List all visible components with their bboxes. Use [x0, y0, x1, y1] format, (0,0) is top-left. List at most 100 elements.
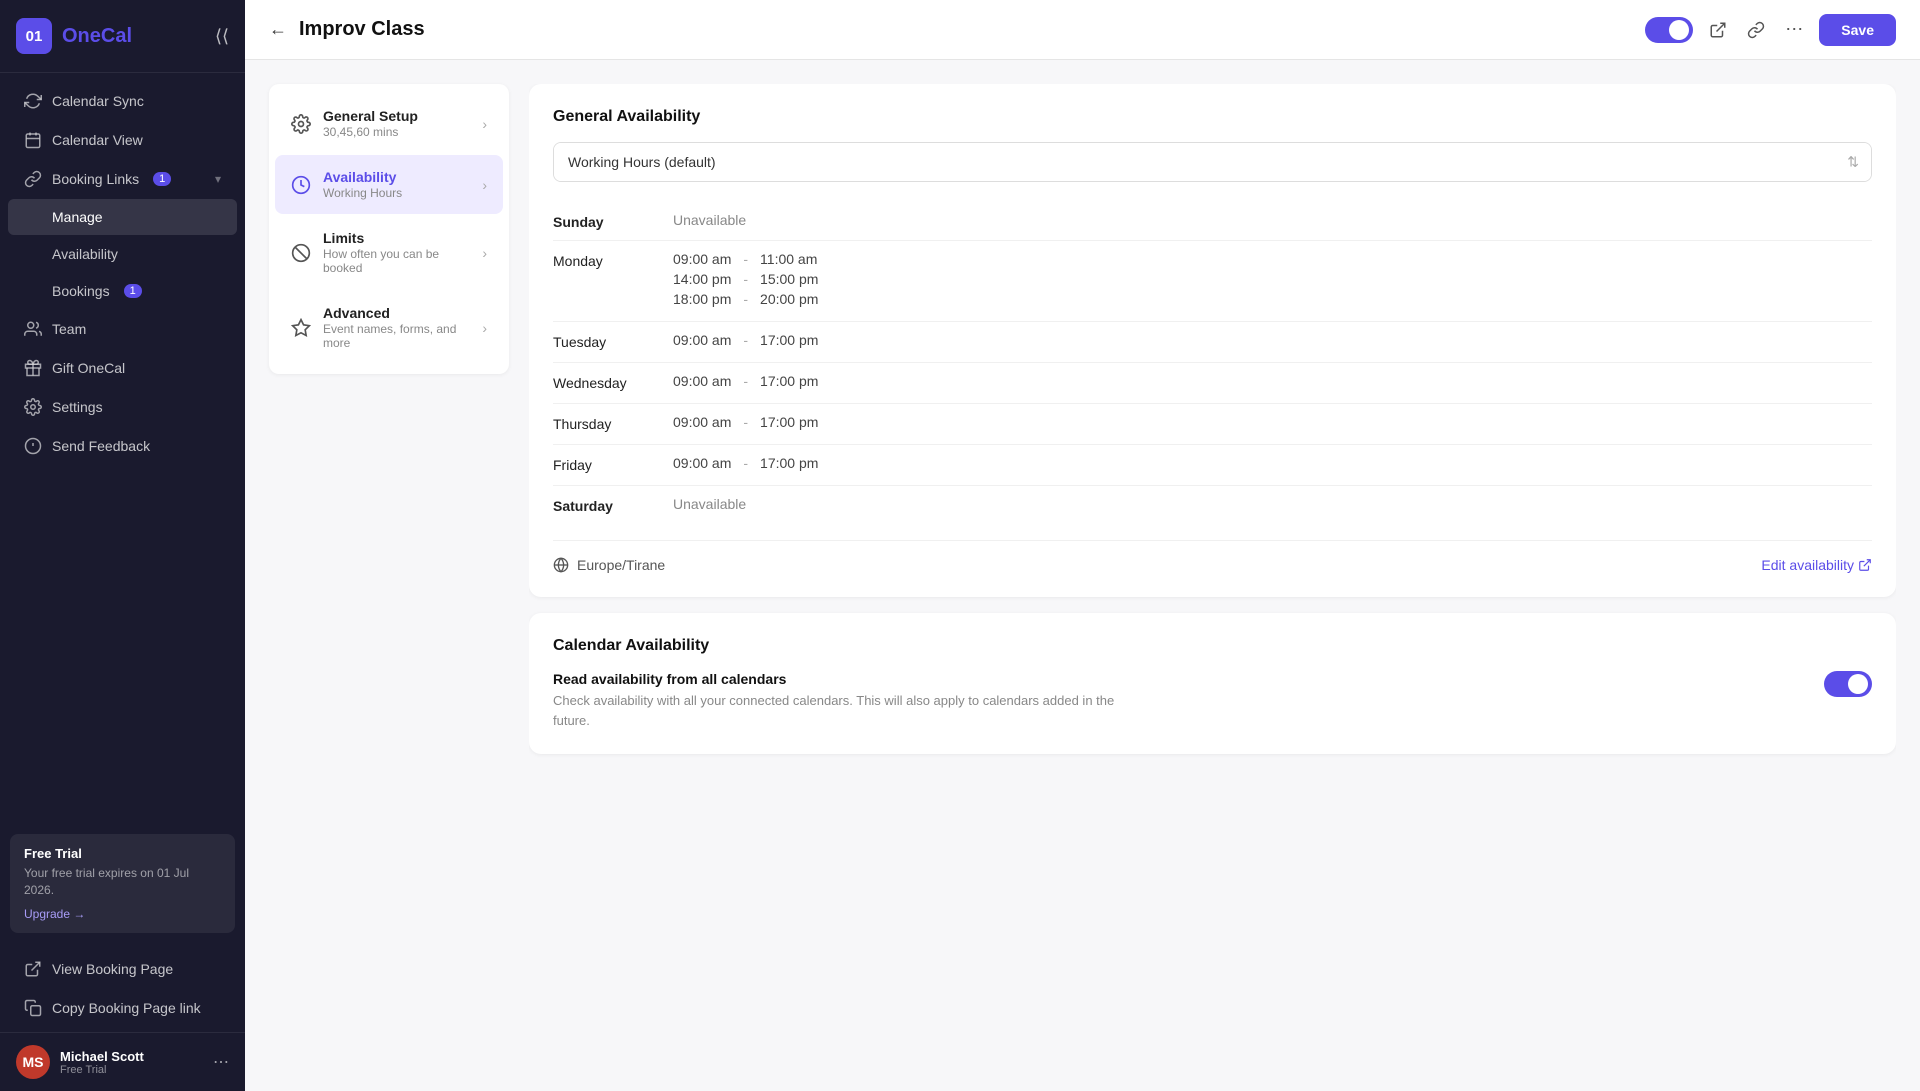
- schedule-row: Wednesday09:00 am-17:00 pm: [553, 363, 1872, 404]
- menu-item-advanced[interactable]: Advanced Event names, forms, and more ›: [275, 291, 503, 364]
- day-cell: Monday: [553, 251, 673, 269]
- sidebar-item-gift-onecal[interactable]: Gift OneCal: [8, 349, 237, 387]
- calendar-availability-card: Calendar Availability Read availability …: [529, 613, 1896, 754]
- upgrade-link[interactable]: Upgrade →: [24, 907, 221, 921]
- content-area: General Setup 30,45,60 mins › Availabili…: [245, 60, 1920, 1091]
- day-cell: Tuesday: [553, 332, 673, 350]
- availability-select[interactable]: Working Hours (default)Custom Hours: [554, 143, 1871, 181]
- time-start: 09:00 am: [673, 455, 731, 471]
- sidebar-item-team[interactable]: Team: [8, 310, 237, 348]
- time-end: 17:00 pm: [760, 414, 818, 430]
- sidebar-item-copy-booking-link[interactable]: Copy Booking Page link: [8, 989, 237, 1027]
- menu-item-general-setup[interactable]: General Setup 30,45,60 mins ›: [275, 94, 503, 153]
- calendar-availability-row: Read availability from all calendars Che…: [553, 671, 1872, 730]
- settings-menu: General Setup 30,45,60 mins › Availabili…: [269, 84, 509, 374]
- page-title: Improv Class: [299, 18, 1633, 41]
- open-external-icon[interactable]: [1705, 17, 1731, 43]
- time-start: 18:00 pm: [673, 291, 731, 307]
- day-cell: Friday: [553, 455, 673, 473]
- times-cell: Unavailable: [673, 496, 1872, 512]
- time-separator: -: [743, 455, 748, 471]
- advanced-subtitle: Event names, forms, and more: [323, 322, 470, 350]
- sidebar-item-bookings[interactable]: Bookings 1: [8, 273, 237, 309]
- times-cell: Unavailable: [673, 212, 1872, 228]
- unavailable-label: Unavailable: [673, 496, 1872, 512]
- feedback-icon: [24, 437, 42, 455]
- unavailable-label: Unavailable: [673, 212, 1872, 228]
- settings-icon: [24, 398, 42, 416]
- advanced-arrow: ›: [482, 320, 487, 336]
- sidebar-logo: 01 OneCal ⟨⟨: [0, 0, 245, 73]
- schedule-row: Friday09:00 am-17:00 pm: [553, 445, 1872, 486]
- sidebar-item-booking-links[interactable]: Booking Links 1 ▾: [8, 160, 237, 198]
- main-content: ← Improv Class ⋯ Save General Setup 30,4…: [245, 0, 1920, 1091]
- sidebar-item-availability[interactable]: Availability: [8, 236, 237, 272]
- read-availability-desc: Check availability with all your connect…: [553, 691, 1153, 730]
- sidebar-item-calendar-view[interactable]: Calendar View: [8, 121, 237, 159]
- user-plan: Free Trial: [60, 1064, 144, 1076]
- time-range: 09:00 am-17:00 pm: [673, 332, 1872, 348]
- right-panel: General Availability Working Hours (defa…: [529, 84, 1896, 1067]
- external-link-icon: [24, 960, 42, 978]
- sidebar-item-manage[interactable]: Manage: [8, 199, 237, 235]
- free-trial-description: Your free trial expires on 01 Jul 2026.: [24, 865, 221, 899]
- availability-subtitle: Working Hours: [323, 186, 470, 200]
- time-start: 09:00 am: [673, 414, 731, 430]
- schedule-row: SundayUnavailable: [553, 202, 1872, 241]
- sidebar-item-calendar-sync[interactable]: Calendar Sync: [8, 82, 237, 120]
- time-separator: -: [743, 291, 748, 307]
- free-trial-title: Free Trial: [24, 846, 221, 861]
- timezone-row: Europe/Tirane Edit availability: [553, 540, 1872, 573]
- times-cell: 09:00 am-17:00 pm: [673, 373, 1872, 393]
- topbar: ← Improv Class ⋯ Save: [245, 0, 1920, 60]
- sidebar-item-settings[interactable]: Settings: [8, 388, 237, 426]
- limits-subtitle: How often you can be booked: [323, 247, 470, 275]
- event-enabled-toggle[interactable]: [1645, 17, 1693, 43]
- read-all-calendars-toggle[interactable]: [1824, 671, 1872, 697]
- back-button[interactable]: ←: [269, 19, 287, 40]
- general-availability-title: General Availability: [553, 108, 1872, 126]
- time-start: 14:00 pm: [673, 271, 731, 287]
- sidebar-nav: Calendar Sync Calendar View Booking Link…: [0, 73, 245, 822]
- day-cell: Thursday: [553, 414, 673, 432]
- edit-availability-button[interactable]: Edit availability: [1761, 557, 1872, 573]
- availability-arrow: ›: [482, 177, 487, 193]
- sidebar-item-send-feedback[interactable]: Send Feedback: [8, 427, 237, 465]
- sync-icon: [24, 92, 42, 110]
- times-cell: 09:00 am-11:00 am 14:00 pm-15:00 pm 18:00 …: [673, 251, 1872, 311]
- save-button[interactable]: Save: [1819, 14, 1896, 46]
- time-start: 09:00 am: [673, 373, 731, 389]
- user-more-button[interactable]: ⋯: [213, 1052, 229, 1072]
- more-options-icon[interactable]: ⋯: [1781, 15, 1807, 44]
- menu-item-availability[interactable]: Availability Working Hours ›: [275, 155, 503, 214]
- schedule-table: SundayUnavailableMonday09:00 am-11:00 am…: [553, 202, 1872, 524]
- time-separator: -: [743, 332, 748, 348]
- time-range: 09:00 am-11:00 am: [673, 251, 1872, 267]
- free-trial-banner: Free Trial Your free trial expires on 01…: [10, 834, 235, 933]
- general-setup-icon: [291, 114, 311, 134]
- copy-link-icon[interactable]: [1743, 17, 1769, 43]
- user-name: Michael Scott: [60, 1049, 144, 1064]
- sidebar-collapse-button[interactable]: ⟨⟨: [215, 26, 229, 47]
- edit-external-icon: [1858, 558, 1872, 572]
- menu-item-limits[interactable]: Limits How often you can be booked ›: [275, 216, 503, 289]
- general-setup-arrow: ›: [482, 116, 487, 132]
- sidebar: 01 OneCal ⟨⟨ Calendar Sync Calendar View…: [0, 0, 245, 1091]
- times-cell: 09:00 am-17:00 pm: [673, 455, 1872, 475]
- sidebar-footer-links: View Booking Page Copy Booking Page link: [0, 945, 245, 1032]
- booking-links-chevron: ▾: [215, 172, 221, 186]
- general-setup-title: General Setup: [323, 108, 470, 124]
- time-separator: -: [743, 271, 748, 287]
- time-end: 11:00 am: [760, 251, 817, 267]
- time-separator: -: [743, 251, 748, 267]
- sidebar-item-view-booking-page[interactable]: View Booking Page: [8, 950, 237, 988]
- times-cell: 09:00 am-17:00 pm: [673, 414, 1872, 434]
- logo-text: OneCal: [62, 25, 132, 48]
- logo-box: 01: [16, 18, 52, 54]
- read-availability-title: Read availability from all calendars: [553, 671, 1153, 687]
- team-icon: [24, 320, 42, 338]
- availability-title: Availability: [323, 169, 470, 185]
- timezone-label: Europe/Tirane: [577, 557, 665, 573]
- schedule-row: Monday09:00 am-11:00 am 14:00 pm-15:00 pm…: [553, 241, 1872, 322]
- time-end: 15:00 pm: [760, 271, 818, 287]
